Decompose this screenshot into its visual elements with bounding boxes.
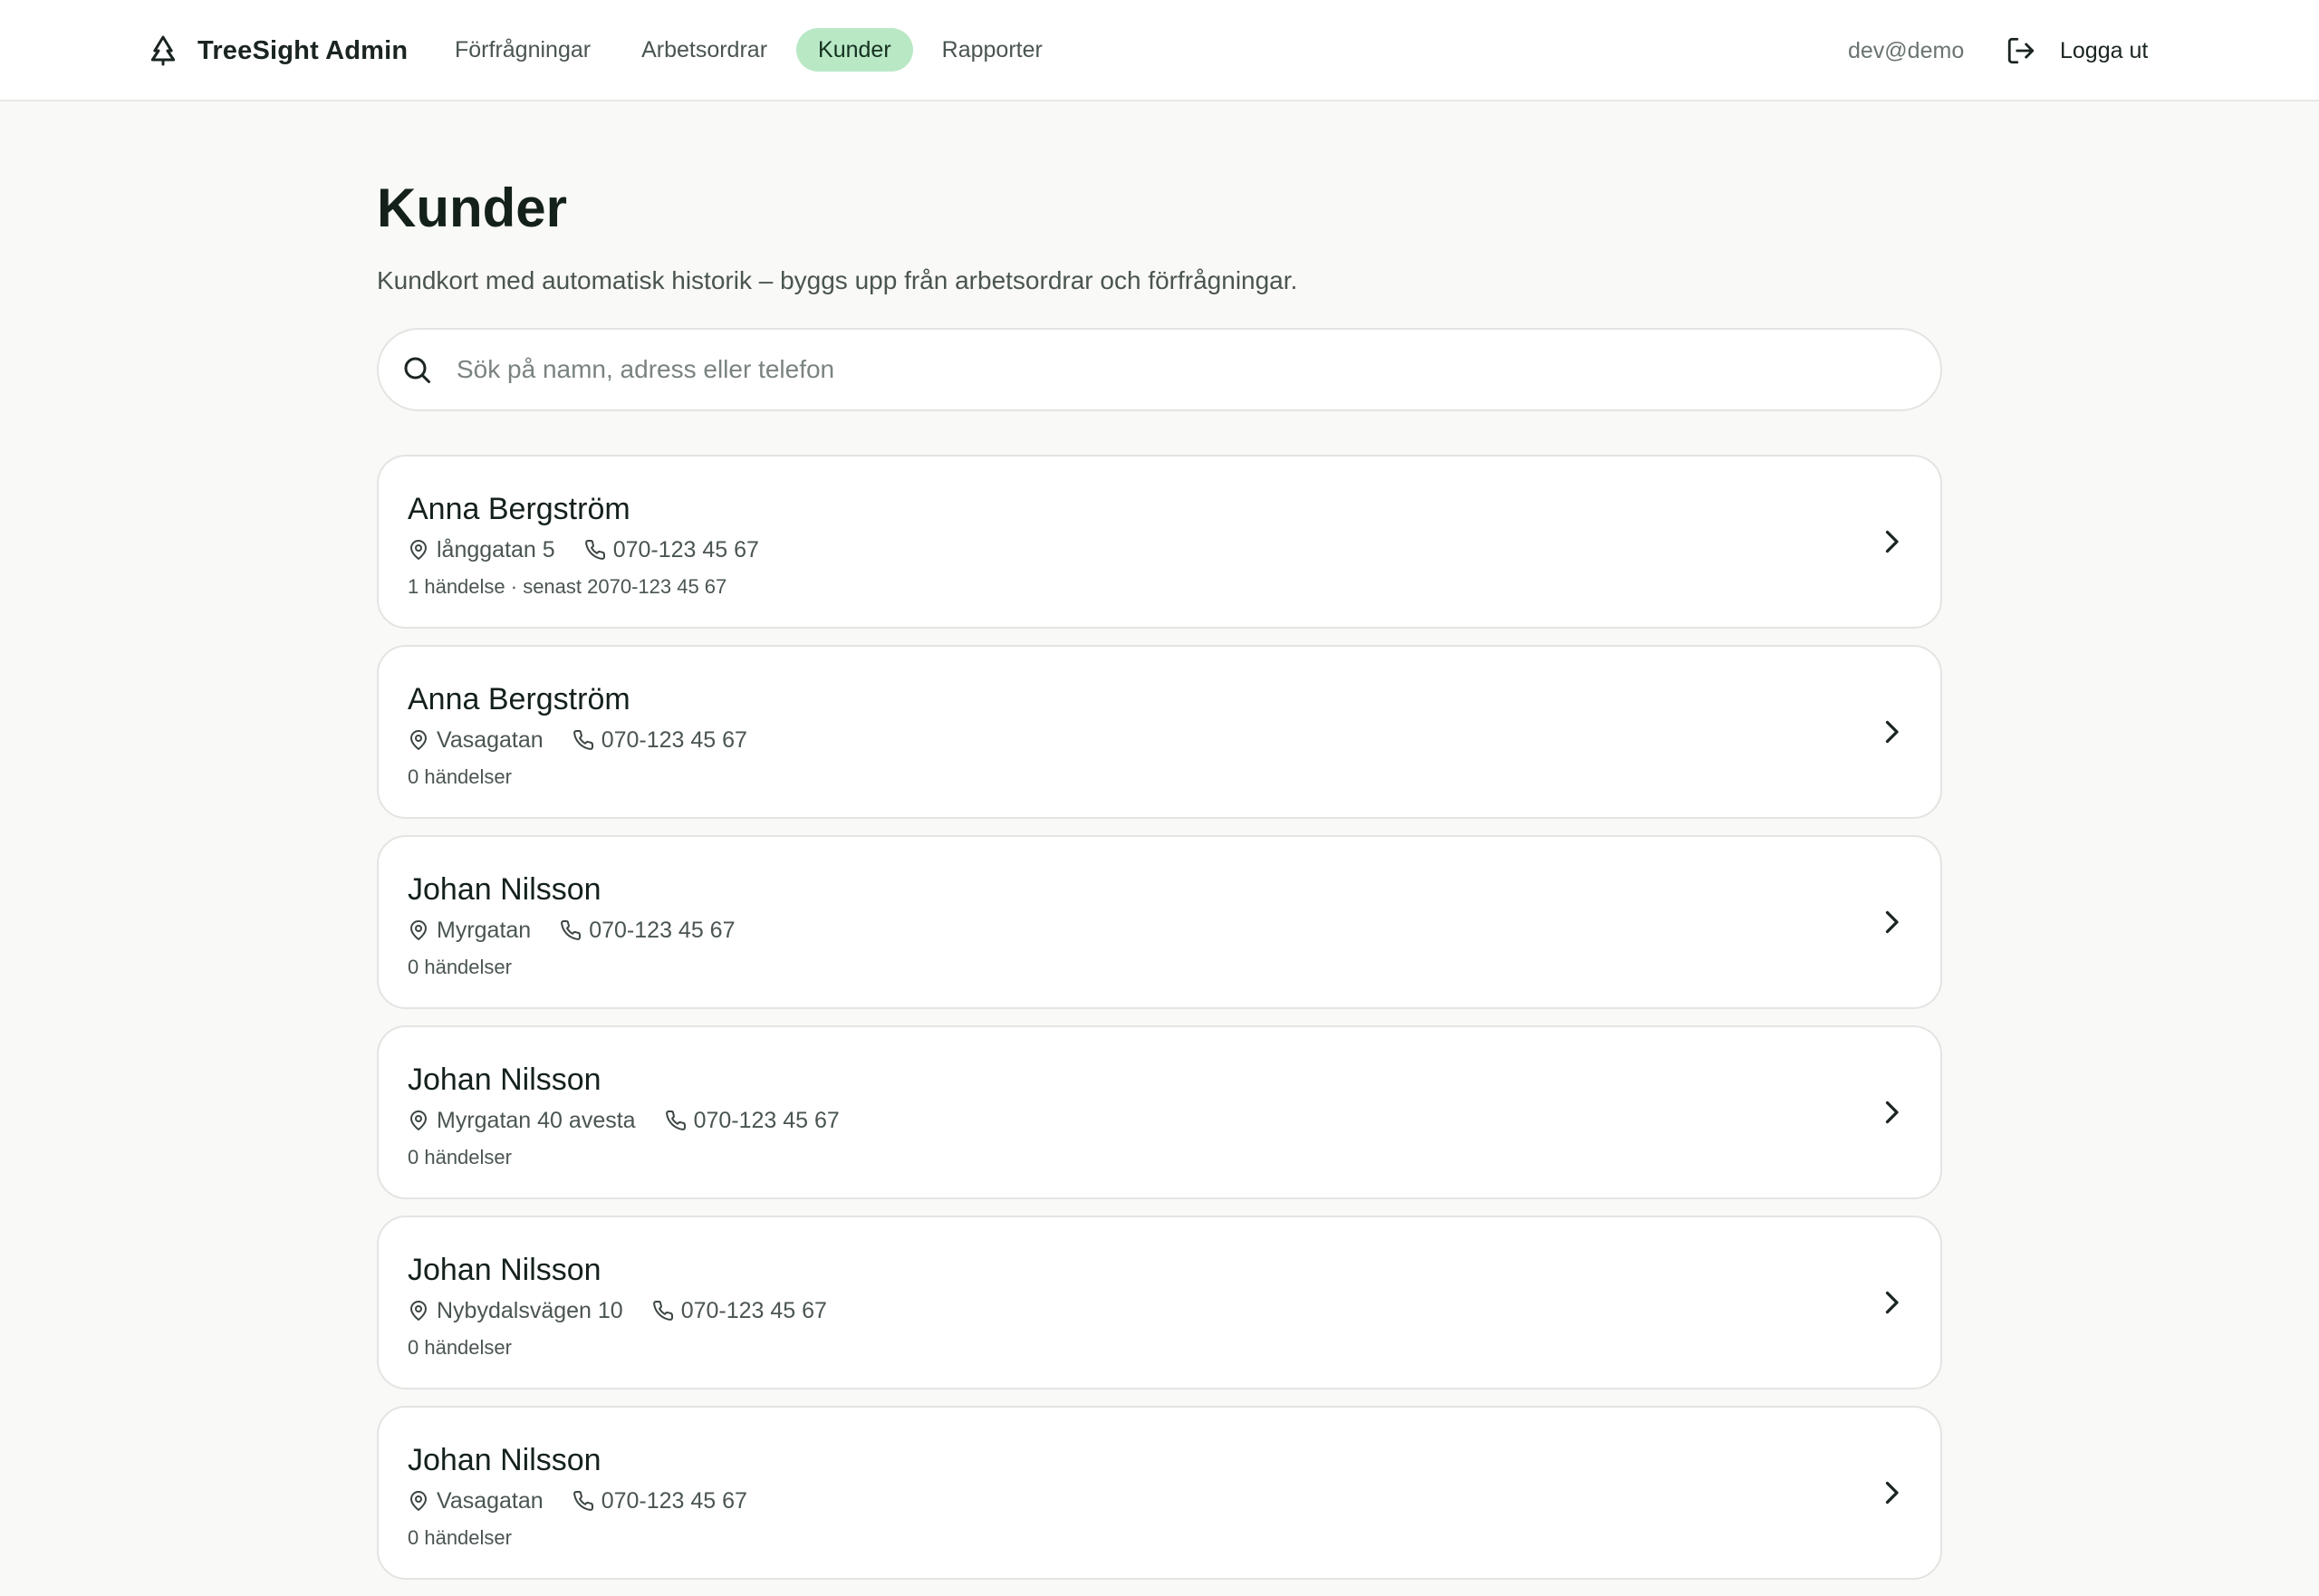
phone-icon bbox=[652, 1300, 673, 1321]
customer-address: Vasagatan bbox=[437, 1487, 544, 1514]
customer-card[interactable]: Anna Bergström långgatan 5 070-123 45 67… bbox=[377, 455, 1942, 629]
customer-card[interactable]: Johan Nilsson Myrgatan 40 avesta 070-123… bbox=[377, 1025, 1942, 1199]
phone-icon bbox=[584, 539, 605, 560]
customer-meta: långgatan 5 070-123 45 67 bbox=[408, 533, 1940, 567]
nav-item-rapporter[interactable]: Rapporter bbox=[920, 28, 1064, 72]
chevron-right-icon bbox=[1885, 530, 1899, 553]
top-navigation-bar: TreeSight Admin Förfrågningar Arbetsordr… bbox=[0, 0, 2319, 101]
customer-address: Vasagatan bbox=[437, 726, 544, 753]
customer-events: 0 händelser bbox=[408, 956, 512, 978]
customer-name: Johan Nilsson bbox=[408, 872, 601, 907]
phone-icon bbox=[573, 1490, 593, 1511]
phone-icon bbox=[573, 729, 593, 750]
customer-events: 0 händelser bbox=[408, 1336, 512, 1359]
brand[interactable]: TreeSight Admin bbox=[145, 29, 408, 72]
customer-phone: 070-123 45 67 bbox=[589, 917, 736, 943]
customer-name: Johan Nilsson bbox=[408, 1443, 601, 1477]
customer-card[interactable]: Johan Nilsson Nybydalsvägen 10 070-123 4… bbox=[377, 1216, 1942, 1389]
customer-meta: Myrgatan 40 avesta 070-123 45 67 bbox=[408, 1103, 1940, 1138]
phone-icon bbox=[561, 919, 582, 940]
customer-card[interactable]: Johan Nilsson Myrgatan 070-123 45 67 0 h… bbox=[377, 835, 1942, 1009]
customer-name: Anna Bergström bbox=[408, 492, 630, 526]
customer-meta: Myrgatan 070-123 45 67 bbox=[408, 913, 1940, 947]
customer-card[interactable]: Johan Nilsson Vasagatan 070-123 45 67 0 … bbox=[377, 1406, 1942, 1580]
customer-meta: Nybydalsvägen 10 070-123 45 67 bbox=[408, 1293, 1940, 1328]
customer-meta: Vasagatan 070-123 45 67 bbox=[408, 723, 1940, 757]
map-pin-icon bbox=[410, 730, 427, 750]
search-icon bbox=[404, 357, 430, 383]
customer-phone: 070-123 45 67 bbox=[680, 1297, 827, 1323]
map-pin-icon bbox=[410, 1491, 427, 1511]
customer-phone: 070-123 45 67 bbox=[601, 1487, 747, 1514]
user-email: dev@demo bbox=[1848, 38, 1965, 63]
customer-phone: 070-123 45 67 bbox=[601, 726, 747, 753]
map-pin-icon bbox=[410, 1301, 427, 1321]
page-subtitle: Kundkort med automatisk historik – byggs… bbox=[377, 266, 1298, 294]
chevron-right-icon bbox=[1885, 1101, 1899, 1124]
customer-address: långgatan 5 bbox=[437, 536, 555, 562]
customer-card[interactable]: Anna Bergström Vasagatan 070-123 45 67 0… bbox=[377, 645, 1942, 819]
tree-icon bbox=[150, 35, 176, 66]
customer-address: Myrgatan bbox=[437, 917, 532, 943]
customer-address: Nybydalsvägen 10 bbox=[437, 1297, 623, 1323]
customer-name: Anna Bergström bbox=[408, 682, 630, 716]
nav-item-arbetsordrar[interactable]: Arbetsordrar bbox=[620, 28, 789, 72]
search-input[interactable] bbox=[455, 354, 1814, 385]
nav-item-kunder[interactable]: Kunder bbox=[796, 28, 913, 72]
map-pin-icon bbox=[410, 920, 427, 940]
logout-icon bbox=[2007, 37, 2035, 64]
search-box[interactable] bbox=[377, 328, 1942, 411]
page-title: Kunder bbox=[377, 178, 567, 238]
customer-name: Johan Nilsson bbox=[408, 1062, 601, 1097]
customer-phone: 070-123 45 67 bbox=[693, 1107, 840, 1133]
customer-name: Johan Nilsson bbox=[408, 1253, 601, 1287]
chevron-right-icon bbox=[1885, 1291, 1899, 1314]
customer-events: 1 händelse · senast 2070-123 45 67 bbox=[408, 575, 727, 598]
logout-button[interactable]: Logga ut bbox=[2006, 29, 2148, 72]
chevron-right-icon bbox=[1885, 720, 1899, 744]
chevron-right-icon bbox=[1885, 1481, 1899, 1505]
main-content: Kunder Kundkort med automatisk historik … bbox=[377, 163, 1942, 1596]
brand-name: TreeSight Admin bbox=[197, 35, 409, 65]
customer-meta: Vasagatan 070-123 45 67 bbox=[408, 1484, 1940, 1518]
map-pin-icon bbox=[410, 540, 427, 560]
map-pin-icon bbox=[410, 1110, 427, 1130]
customer-events: 0 händelser bbox=[408, 1526, 512, 1549]
customer-address: Myrgatan 40 avesta bbox=[437, 1107, 636, 1133]
customer-phone: 070-123 45 67 bbox=[612, 536, 759, 562]
customer-events: 0 händelser bbox=[408, 1146, 512, 1168]
nav-item-forfragningar[interactable]: Förfrågningar bbox=[433, 28, 612, 72]
customer-events: 0 händelser bbox=[408, 765, 512, 788]
chevron-right-icon bbox=[1885, 910, 1899, 934]
logout-label: Logga ut bbox=[2060, 37, 2149, 63]
customer-list: Anna Bergström långgatan 5 070-123 45 67… bbox=[377, 455, 1942, 1580]
phone-icon bbox=[665, 1110, 686, 1130]
main-nav: Förfrågningar Arbetsordrar Kunder Rappor… bbox=[433, 28, 1072, 72]
